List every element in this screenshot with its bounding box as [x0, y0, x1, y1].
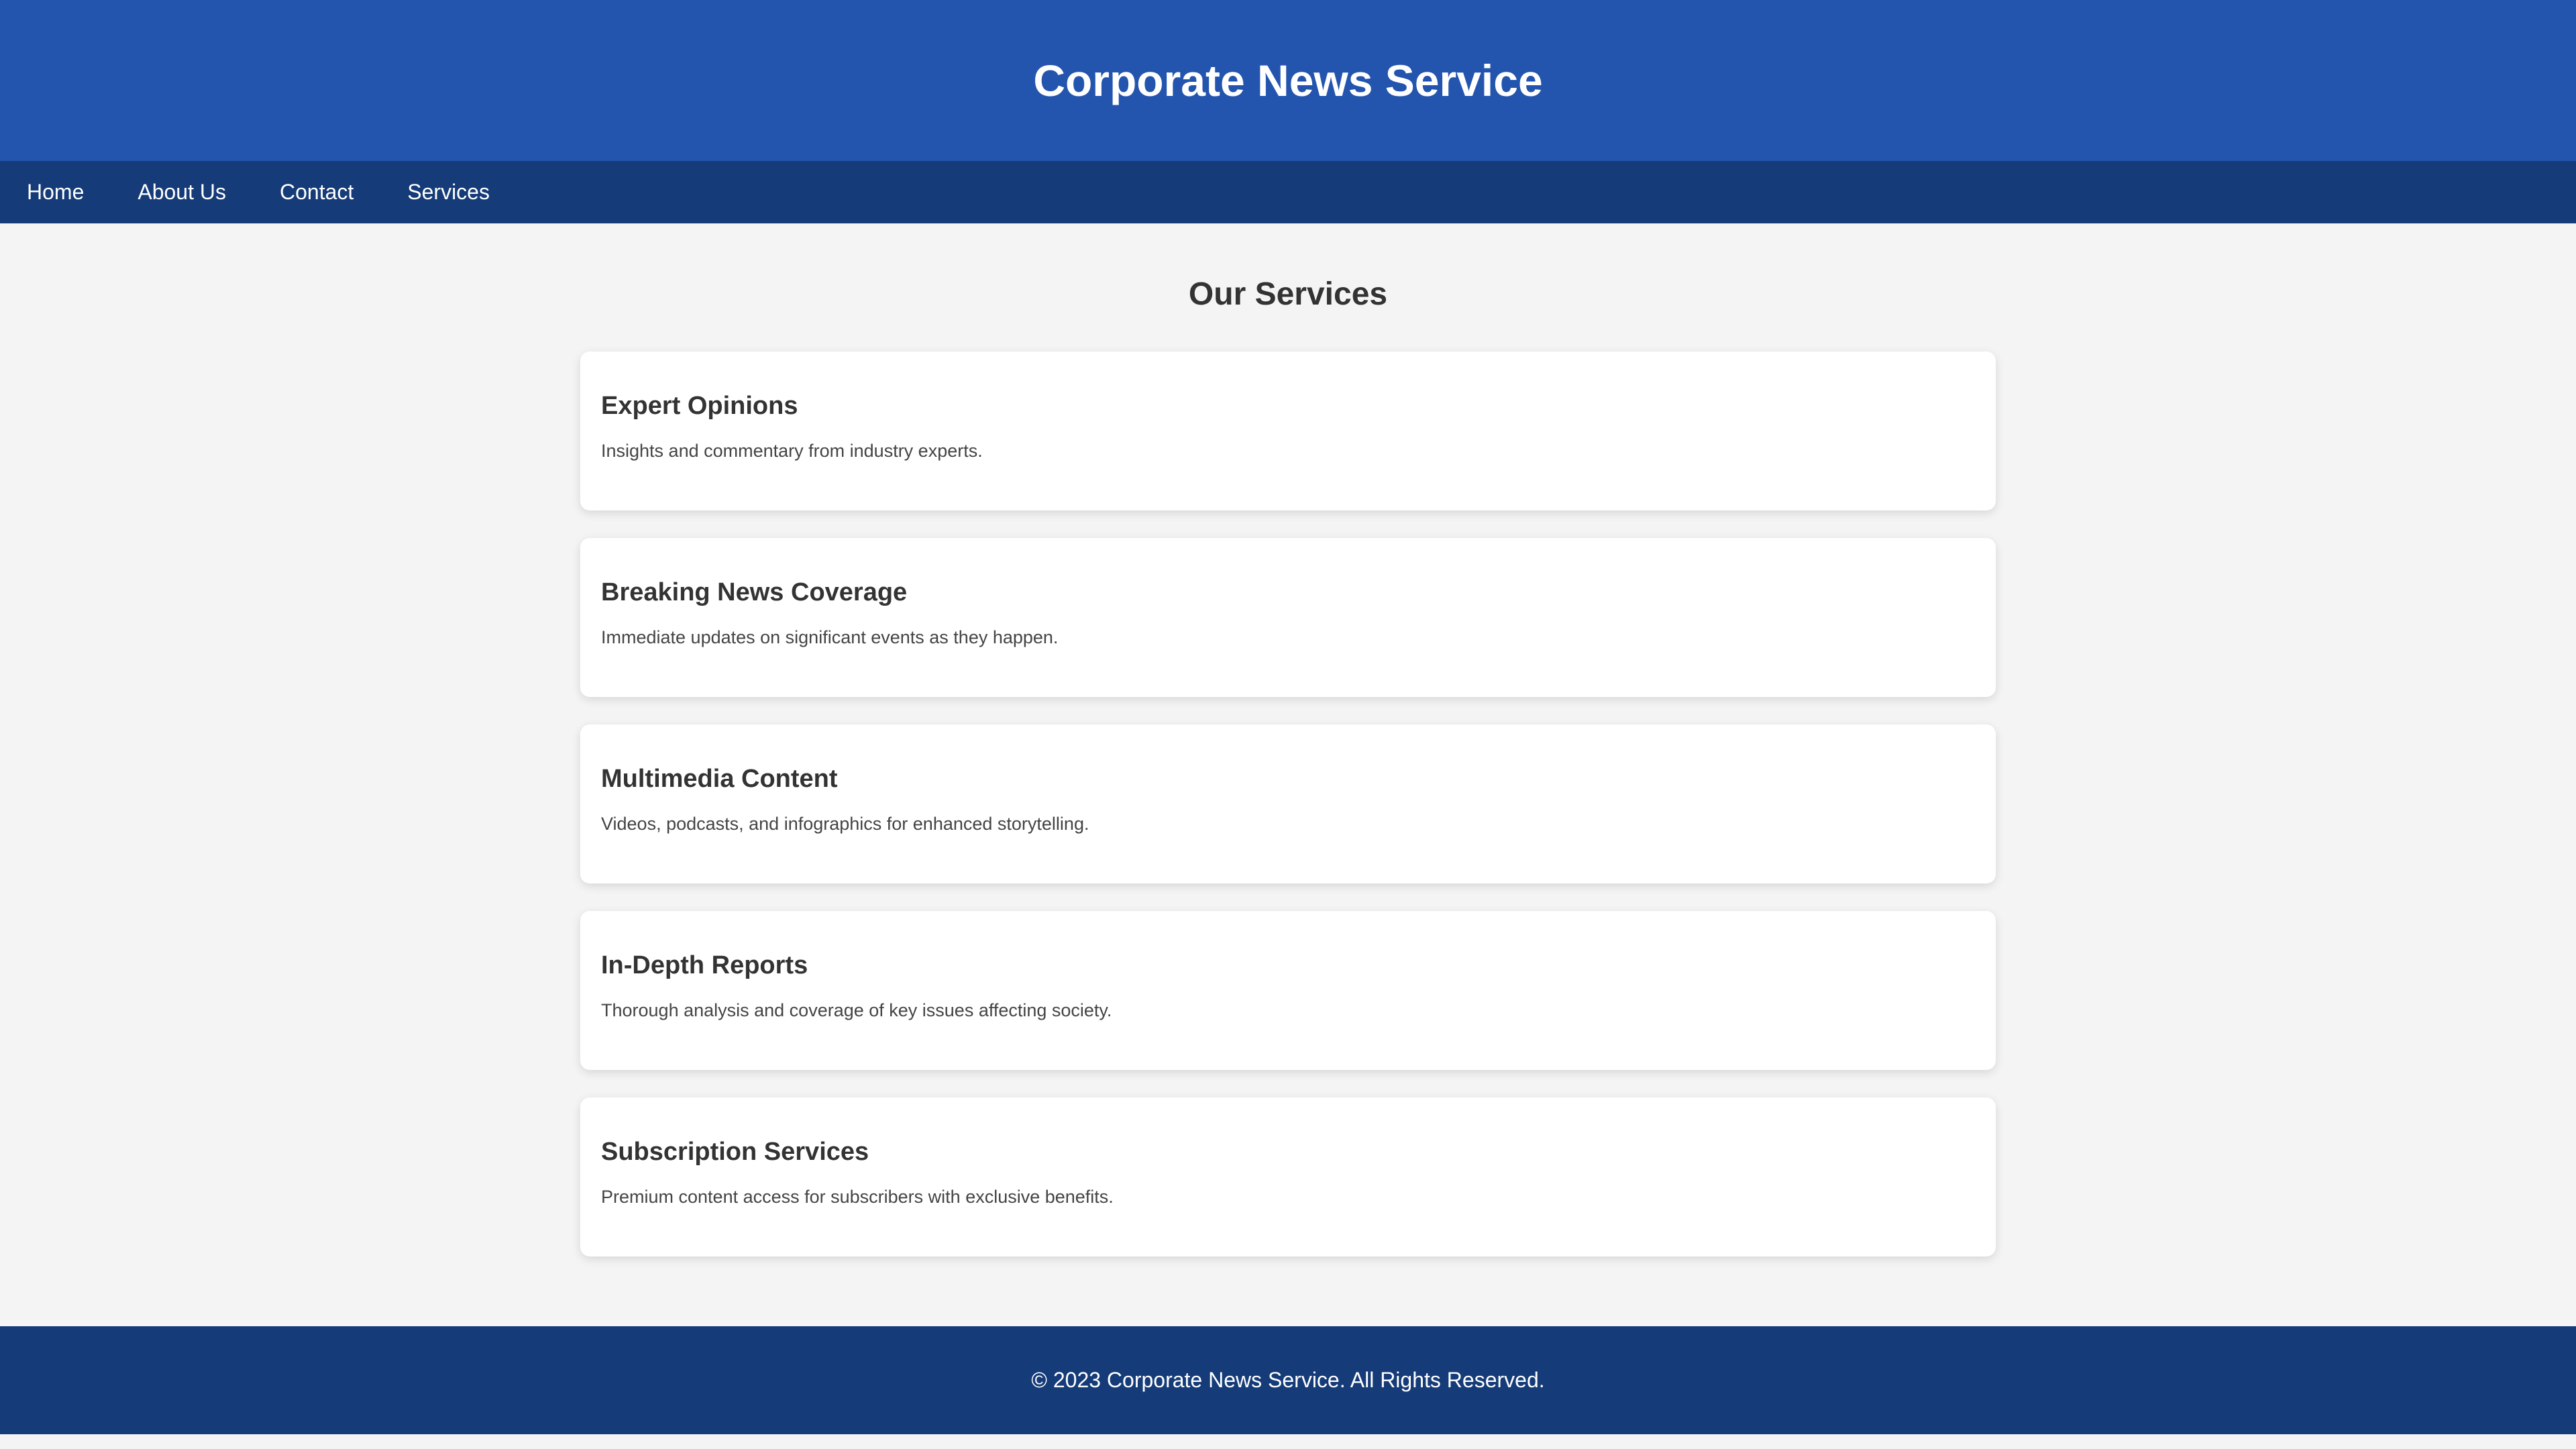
- main-content: Our Services Expert Opinions Insights an…: [580, 223, 1996, 1256]
- nav-link-home[interactable]: Home: [27, 180, 84, 205]
- service-title: Breaking News Coverage: [601, 578, 908, 606]
- site-header: Corporate News Service: [0, 0, 2576, 161]
- site-title: Corporate News Service: [1033, 56, 1543, 105]
- service-card-expert-opinions: Expert Opinions Insights and commentary …: [580, 352, 1996, 511]
- section-title: Our Services: [1188, 276, 1388, 312]
- service-title: Subscription Services: [601, 1138, 869, 1166]
- service-title: Expert Opinions: [601, 392, 798, 420]
- service-description: Videos, podcasts, and infographics for e…: [601, 814, 1089, 834]
- site-footer: © 2023 Corporate News Service. All Right…: [0, 1326, 2576, 1434]
- nav-link-about-us[interactable]: About Us: [138, 180, 226, 205]
- service-description: Immediate updates on significant events …: [601, 627, 1059, 647]
- service-card-breaking-news: Breaking News Coverage Immediate updates…: [580, 538, 1996, 697]
- service-description: Thorough analysis and coverage of key is…: [601, 1000, 1112, 1020]
- service-title: In-Depth Reports: [601, 951, 808, 979]
- service-card-in-depth-reports: In-Depth Reports Thorough analysis and c…: [580, 911, 1996, 1070]
- service-card-subscription: Subscription Services Premium content ac…: [580, 1097, 1996, 1256]
- nav-bar: Home About Us Contact Services: [0, 161, 2576, 223]
- service-title: Multimedia Content: [601, 765, 838, 793]
- footer-copyright: © 2023 Corporate News Service. All Right…: [1031, 1368, 1545, 1392]
- service-card-multimedia: Multimedia Content Videos, podcasts, and…: [580, 724, 1996, 883]
- service-description: Premium content access for subscribers w…: [601, 1187, 1114, 1207]
- nav-link-contact[interactable]: Contact: [280, 180, 354, 205]
- service-description: Insights and commentary from industry ex…: [601, 441, 983, 461]
- nav-link-services[interactable]: Services: [407, 180, 490, 205]
